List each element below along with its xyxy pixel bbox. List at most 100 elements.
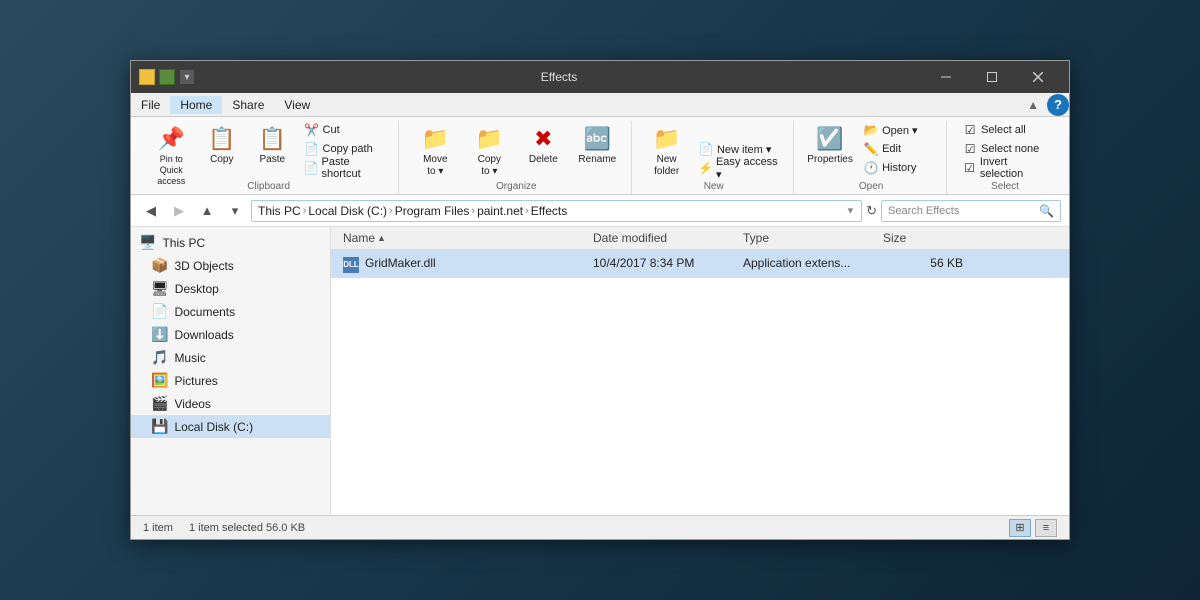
forward-button[interactable]: ▶	[167, 199, 191, 223]
sidebar-item-thispc[interactable]: 🖥️ This PC	[131, 231, 330, 254]
open-extras: 📂 Open ▾ ✏️ Edit 🕐 History	[858, 121, 938, 177]
sort-arrow-name: ▲	[377, 233, 386, 243]
cut-label: Cut	[323, 124, 340, 136]
desktop-icon: 🖥	[151, 280, 169, 297]
paste-shortcut-icon: 📄	[304, 161, 319, 175]
sidebar-item-documents-label: Documents	[174, 305, 235, 319]
delete-icon: ✖	[534, 126, 552, 152]
search-box[interactable]: Search Effects 🔍	[881, 200, 1061, 222]
ribbon-select-buttons: ☑ Select all ☑ Select none ☑ Invert sele…	[957, 121, 1053, 177]
copy-button[interactable]: 📋 Copy	[198, 121, 247, 177]
rename-label: Rename	[578, 154, 616, 166]
paste-icon: 📋	[259, 126, 286, 152]
sidebar-item-music[interactable]: 🎵 Music	[131, 346, 330, 369]
window-title: Effects	[195, 70, 923, 84]
sidebar-item-3dobjects-label: 3D Objects	[174, 259, 233, 273]
breadcrumb[interactable]: This PC › Local Disk (C:) › Program File…	[251, 200, 862, 222]
sidebar-item-pictures[interactable]: 🖼️ Pictures	[131, 369, 330, 392]
maximize-button[interactable]	[969, 61, 1015, 93]
dll-file-icon: DLL	[343, 254, 359, 273]
up-button[interactable]: ▲	[195, 199, 219, 223]
copy-path-icon: 📄	[304, 142, 320, 156]
main-area: 🖥️ This PC 📦 3D Objects 🖥 Desktop 📄 Docu…	[131, 227, 1069, 515]
ribbon-select-section: ☑ Select all ☑ Select none ☑ Invert sele…	[949, 121, 1061, 194]
downloads-icon: ⬇️	[151, 326, 168, 343]
edit-label: Edit	[882, 143, 901, 155]
cut-button[interactable]: ✂️ Cut	[299, 121, 391, 139]
menu-file[interactable]: File	[131, 96, 170, 114]
invert-selection-button[interactable]: ☑ Invert selection	[957, 159, 1053, 177]
documents-icon: 📄	[151, 303, 168, 320]
title-controls	[923, 61, 1061, 93]
back-button[interactable]: ◀	[139, 199, 163, 223]
ribbon-organize-buttons: 📁 Moveto ▾ 📁 Copyto ▾ ✖ Delete 🔤 Rename	[409, 121, 623, 177]
help-button[interactable]: ?	[1047, 94, 1069, 116]
recent-locations-button[interactable]: ▾	[223, 199, 247, 223]
col-header-size[interactable]: Size	[883, 231, 963, 245]
copy-to-icon: 📁	[476, 126, 503, 152]
sidebar-item-music-label: Music	[174, 351, 205, 365]
title-bar-icons: ▾	[139, 69, 195, 85]
col-header-date[interactable]: Date modified	[593, 231, 743, 245]
copy-to-button[interactable]: 📁 Copyto ▾	[463, 121, 515, 177]
minimize-button[interactable]	[923, 61, 969, 93]
view-toggle: ⊞ ≡	[1009, 519, 1057, 537]
thispc-icon: 🖥️	[139, 234, 156, 251]
address-bar: ◀ ▶ ▲ ▾ This PC › Local Disk (C:) › Prog…	[131, 195, 1069, 227]
history-button[interactable]: 🕐 History	[858, 159, 938, 177]
explorer-window: ▾ Effects File Home Share View ▲ ?	[130, 60, 1070, 540]
title-back-icon: ▾	[179, 69, 195, 85]
pictures-icon: 🖼️	[151, 372, 168, 389]
list-view-button[interactable]: ≡	[1035, 519, 1057, 537]
paste-button[interactable]: 📋 Paste	[248, 121, 297, 177]
select-all-button[interactable]: ☑ Select all	[957, 121, 1053, 139]
column-headers: Name ▲ Date modified Type Size	[331, 227, 1069, 250]
paste-shortcut-button[interactable]: 📄 Paste shortcut	[299, 159, 391, 177]
ribbon-organize-section: 📁 Moveto ▾ 📁 Copyto ▾ ✖ Delete 🔤 Rename	[401, 121, 632, 194]
open-label: Open	[859, 181, 883, 194]
pin-to-quick-access-button[interactable]: 📌 Pin to Quickaccess	[147, 121, 196, 177]
menu-share[interactable]: Share	[222, 96, 274, 114]
sidebar-item-desktop-label: Desktop	[175, 282, 219, 296]
menu-bar: File Home Share View ▲ ?	[131, 93, 1069, 117]
pin-icon: 📌	[158, 126, 185, 152]
menu-home[interactable]: Home	[170, 96, 222, 114]
properties-label: Properties	[807, 154, 853, 166]
col-header-name[interactable]: Name ▲	[343, 231, 593, 245]
folder-icon	[139, 69, 155, 85]
new-folder-button[interactable]: 📁 Newfolder	[642, 121, 691, 177]
sidebar-item-downloads[interactable]: ⬇️ Downloads	[131, 323, 330, 346]
sidebar-item-videos[interactable]: 🎬 Videos	[131, 392, 330, 415]
sidebar-item-documents[interactable]: 📄 Documents	[131, 300, 330, 323]
col-header-type[interactable]: Type	[743, 231, 883, 245]
select-options: ☑ Select all ☑ Select none ☑ Invert sele…	[957, 121, 1053, 177]
close-button[interactable]	[1015, 61, 1061, 93]
select-all-label: Select all	[981, 124, 1026, 136]
file-row-gridmaker[interactable]: DLL GridMaker.dll 10/4/2017 8:34 PM Appl…	[331, 250, 1069, 278]
sidebar-item-localdisk[interactable]: 💾 Local Disk (C:)	[131, 415, 330, 438]
localdisk-icon: 💾	[151, 418, 168, 435]
sidebar-item-localdisk-label: Local Disk (C:)	[174, 420, 253, 434]
open-button[interactable]: 📂 Open ▾	[858, 121, 938, 139]
sidebar-item-videos-label: Videos	[174, 397, 210, 411]
move-to-icon: 📁	[422, 126, 449, 152]
3dobjects-icon: 📦	[151, 257, 168, 274]
copy-to-label: Copyto ▾	[478, 154, 501, 178]
delete-button[interactable]: ✖ Delete	[517, 121, 569, 177]
edit-button[interactable]: ✏️ Edit	[858, 140, 938, 158]
properties-button[interactable]: ☑️ Properties	[804, 121, 856, 177]
details-view-button[interactable]: ⊞	[1009, 519, 1031, 537]
ribbon-collapse-chevron[interactable]: ▲	[1023, 96, 1043, 114]
sidebar-item-desktop[interactable]: 🖥 Desktop	[131, 277, 330, 300]
menu-view[interactable]: View	[274, 96, 320, 114]
edit-icon: ✏️	[863, 142, 879, 156]
ribbon-sections: 📌 Pin to Quickaccess 📋 Copy 📋 Paste ✂️	[139, 121, 1061, 194]
videos-icon: 🎬	[151, 395, 168, 412]
easy-access-button[interactable]: ⚡ Easy access ▾	[693, 159, 785, 177]
rename-button[interactable]: 🔤 Rename	[571, 121, 623, 177]
new-label: New	[704, 181, 724, 194]
refresh-button[interactable]: ↻	[866, 203, 877, 219]
move-to-button[interactable]: 📁 Moveto ▾	[409, 121, 461, 177]
easy-access-label: Easy access ▾	[716, 156, 780, 181]
sidebar-item-3dobjects[interactable]: 📦 3D Objects	[131, 254, 330, 277]
